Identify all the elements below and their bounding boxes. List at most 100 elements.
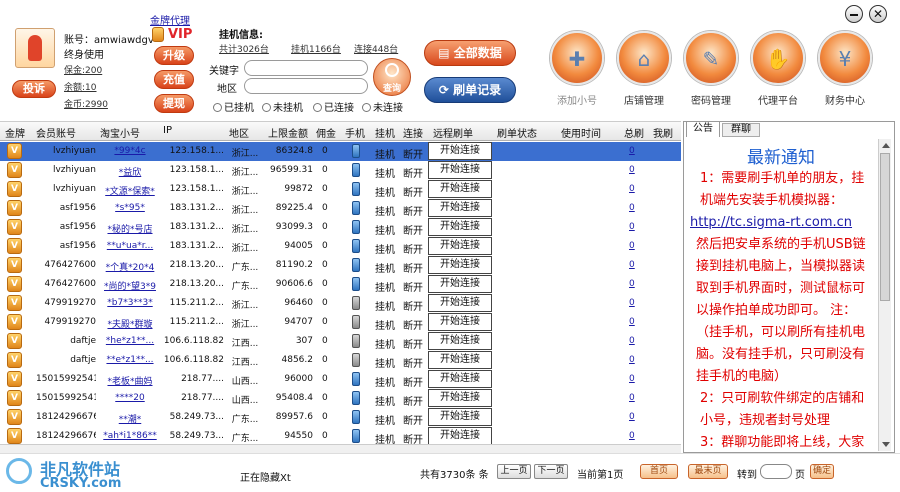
- cell-total[interactable]: 0: [629, 184, 639, 194]
- coins-link[interactable]: 金币:2990: [64, 97, 108, 110]
- table-row[interactable]: 476427600 *个真*20*4 218.13.20... 广东... 81190.…: [0, 256, 681, 275]
- table-row[interactable]: lvzhiyuan *99*4c 123.158.1... 浙江... 86324.8 0…: [0, 142, 681, 161]
- col-taobao[interactable]: 淘宝小号: [100, 125, 140, 140]
- cell-total[interactable]: 0: [629, 241, 639, 251]
- filter-connected[interactable]: 已连接: [313, 99, 354, 114]
- goto-confirm-button[interactable]: 确定: [810, 464, 834, 479]
- cell-taobao[interactable]: **潮*: [100, 412, 160, 425]
- start-connect-button[interactable]: 开始连接: [428, 370, 492, 388]
- table-row[interactable]: 18124296676 **潮* 58.249.73... 广东... 89957.6 0…: [0, 408, 681, 427]
- start-connect-button[interactable]: 开始连接: [428, 237, 492, 255]
- col-limit[interactable]: 上限金额: [268, 125, 308, 140]
- add-account-button[interactable]: ✚: [550, 31, 604, 85]
- cell-total[interactable]: 0: [629, 393, 639, 403]
- connected-machines-link[interactable]: 连接448台: [354, 42, 398, 55]
- tab-group-chat[interactable]: 群聊: [722, 123, 760, 137]
- col-gold[interactable]: 金牌: [5, 125, 25, 140]
- cell-taobao[interactable]: *老板*曲妈: [100, 374, 160, 387]
- start-connect-button[interactable]: 开始连接: [428, 427, 492, 445]
- filter-not-connected[interactable]: 未连接: [362, 99, 403, 114]
- region-input[interactable]: [244, 78, 368, 94]
- start-connect-button[interactable]: 开始连接: [428, 313, 492, 331]
- cell-taobao[interactable]: *秘的*号店: [100, 222, 160, 235]
- start-connect-button[interactable]: 开始连接: [428, 218, 492, 236]
- start-connect-button[interactable]: 开始连接: [428, 294, 492, 312]
- cell-total[interactable]: 0: [629, 355, 639, 365]
- start-connect-button[interactable]: 开始连接: [428, 275, 492, 293]
- cell-taobao[interactable]: ****20: [100, 393, 160, 403]
- notice-scrollbar[interactable]: [878, 139, 891, 451]
- filter-hanging[interactable]: 已挂机: [213, 99, 254, 114]
- gold-agent-link[interactable]: 金牌代理: [150, 12, 190, 27]
- start-connect-button[interactable]: 开始连接: [428, 408, 492, 426]
- hanging-machines-link[interactable]: 挂机1166台: [291, 42, 341, 55]
- cell-total[interactable]: 0: [629, 336, 639, 346]
- first-page-button[interactable]: 首页: [640, 464, 678, 479]
- withdraw-button[interactable]: 提现: [154, 94, 194, 113]
- col-phone[interactable]: 手机: [345, 125, 365, 140]
- minimize-button[interactable]: [845, 5, 863, 23]
- table-row[interactable]: 479919270 *夫殿*群璇 115.211.2... 浙江... 94707 0 挂机…: [0, 313, 681, 332]
- table-row[interactable]: 476427600 *尚的*望3*9 218.13.20... 广东... 90606.…: [0, 275, 681, 294]
- upgrade-button[interactable]: 升级: [154, 46, 194, 65]
- cell-total[interactable]: 0: [629, 298, 639, 308]
- col-ip[interactable]: IP: [163, 125, 172, 136]
- cell-taobao[interactable]: *he*z1**...: [100, 336, 160, 346]
- start-connect-button[interactable]: 开始连接: [428, 180, 492, 198]
- finance-center-button[interactable]: ¥: [818, 31, 872, 85]
- table-row[interactable]: lvzhiyuan *益欣 123.158.1... 浙江... 96599.31 0 挂机…: [0, 161, 681, 180]
- table-row[interactable]: daftje *he*z1**...106.6.118.82 江西... 307 0 挂机…: [0, 332, 681, 351]
- cell-taobao[interactable]: *尚的*望3*9: [100, 279, 160, 292]
- password-manage-button[interactable]: ✎: [684, 31, 738, 85]
- keyword-input[interactable]: [244, 60, 368, 76]
- col-status[interactable]: 刷单状态: [497, 125, 537, 140]
- cell-total[interactable]: 0: [629, 431, 639, 441]
- next-page-button[interactable]: 下一页: [534, 464, 568, 479]
- cell-total[interactable]: 0: [629, 412, 639, 422]
- prev-page-button[interactable]: 上一页: [497, 464, 531, 479]
- col-region[interactable]: 地区: [229, 125, 249, 140]
- start-connect-button[interactable]: 开始连接: [428, 161, 492, 179]
- agent-platform-button[interactable]: ✋: [751, 31, 805, 85]
- cell-taobao[interactable]: *文源*保索*: [100, 184, 160, 197]
- col-total[interactable]: 总刷: [624, 125, 644, 140]
- cell-taobao[interactable]: **e*z1**...: [100, 355, 160, 365]
- goto-page-input[interactable]: [760, 464, 792, 479]
- table-row[interactable]: asf1956 *秘的*号店 183.131.2... 浙江... 93099.3 0 挂机…: [0, 218, 681, 237]
- table-row[interactable]: 15015992541 *老板*曲妈 218.77.... 山西... 96000 0 挂机…: [0, 370, 681, 389]
- query-button[interactable]: 查询: [373, 58, 411, 96]
- recharge-button[interactable]: 充值: [154, 70, 194, 89]
- cell-taobao[interactable]: *个真*20*4: [100, 260, 160, 273]
- total-machines-link[interactable]: 共计3026台: [219, 42, 269, 55]
- scroll-thumb[interactable]: [880, 153, 890, 301]
- col-hang[interactable]: 挂机: [375, 125, 395, 140]
- cell-taobao[interactable]: *ah*i1*86**: [100, 431, 160, 441]
- cell-total[interactable]: 0: [629, 279, 639, 289]
- start-connect-button[interactable]: 开始连接: [428, 256, 492, 274]
- filter-not-hanging[interactable]: 未挂机: [262, 99, 303, 114]
- col-member[interactable]: 会员账号: [36, 125, 76, 140]
- cell-taobao[interactable]: *益欣: [100, 165, 160, 178]
- shop-manage-button[interactable]: ⌂: [617, 31, 671, 85]
- complaint-button[interactable]: 投诉: [12, 80, 56, 98]
- notice-url[interactable]: http://tc.sigma-rt.com.cn: [690, 212, 874, 234]
- cell-taobao[interactable]: *99*4c: [100, 146, 160, 156]
- last-page-button[interactable]: 最末页: [688, 464, 728, 479]
- col-conn[interactable]: 连接: [403, 125, 423, 140]
- close-button[interactable]: ✕: [869, 5, 887, 23]
- col-commission[interactable]: 佣金: [316, 125, 336, 140]
- table-row[interactable]: 15015992541 ****20 218.77.... 山西... 95408.4 0…: [0, 389, 681, 408]
- cell-total[interactable]: 0: [629, 203, 639, 213]
- col-time[interactable]: 使用时间: [561, 125, 601, 140]
- cell-total[interactable]: 0: [629, 260, 639, 270]
- records-button[interactable]: ⟳ 刷单记录: [424, 77, 516, 103]
- cell-taobao[interactable]: *夫殿*群璇: [100, 317, 160, 330]
- cell-taobao[interactable]: *s*95*: [100, 203, 160, 213]
- cell-total[interactable]: 0: [629, 165, 639, 175]
- table-row[interactable]: asf1956 **u*ua*r... 183.131.2... 浙江... 94005…: [0, 237, 681, 256]
- table-row[interactable]: 479919270 *b7*3**3* 115.211.2... 浙江... 96460…: [0, 294, 681, 313]
- table-row[interactable]: asf1956 *s*95* 183.131.2... 浙江... 89225.4 0 挂机…: [0, 199, 681, 218]
- start-connect-button[interactable]: 开始连接: [428, 199, 492, 217]
- tab-notice[interactable]: 公告: [686, 121, 720, 137]
- cell-total[interactable]: 0: [629, 146, 639, 156]
